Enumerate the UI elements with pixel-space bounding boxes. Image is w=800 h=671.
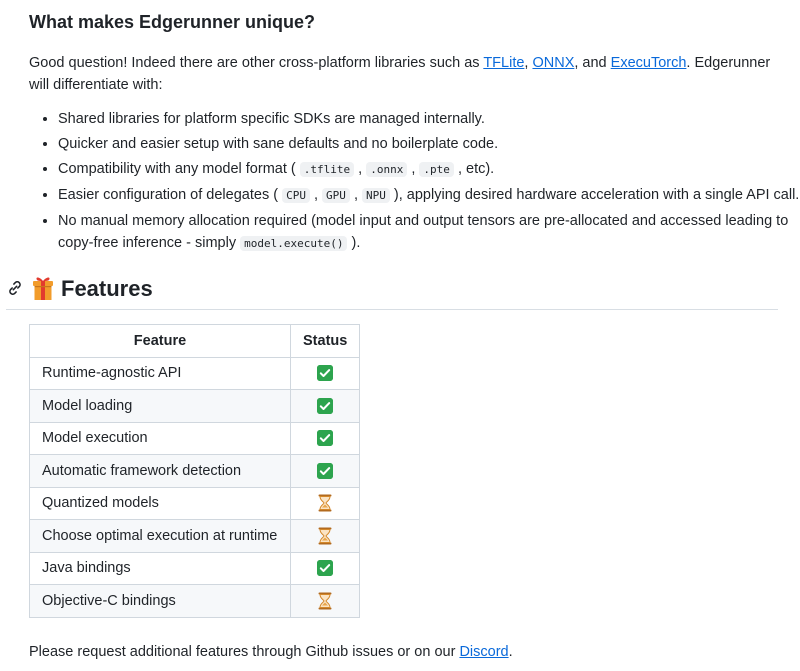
table-row: Objective-C bindings [29,584,361,618]
table-row: Model execution [29,421,361,455]
status-cell [289,551,361,585]
column-header-status: Status [289,324,361,358]
list-item: No manual memory allocation required (mo… [58,210,800,255]
list-item: Quicker and easier setup with sane defau… [58,133,800,155]
table-row: Quantized models [29,486,361,520]
feature-name-cell: Choose optimal execution at runtime [29,519,291,553]
table-header-row: Feature Status [29,324,361,358]
feature-name-cell: Objective-C bindings [29,584,291,618]
list-item-text: ). [347,235,361,251]
feature-name-cell: Automatic framework detection [29,454,291,488]
executorch-link[interactable]: ExecuTorch [611,55,687,71]
check-mark-icon [317,560,334,577]
inline-code: .onnx [366,162,408,177]
discord-link[interactable]: Discord [459,644,508,660]
footer-text: Please request additional features throu… [29,644,460,660]
list-item-text: , [407,161,420,177]
gift-icon [31,275,55,301]
status-cell [289,389,361,423]
list-item-text: , [354,161,367,177]
check-mark-icon [317,397,334,414]
list-item-text: , [349,187,363,203]
list-item: Easier configuration of delegates ( CPU … [58,184,800,207]
inline-code: .tflite [299,162,355,177]
tflite-link[interactable]: TFLite [483,55,524,71]
inline-code: GPU [322,188,350,203]
differentiators-list: Shared libraries for platform specific S… [29,108,800,258]
feature-name-cell: Java bindings [29,551,291,585]
status-cell [289,519,361,553]
features-table: Feature Status Runtime-agnostic API Model… [29,324,361,618]
column-header-feature: Feature [29,324,291,358]
section-heading: What makes Edgerunner unique? [29,12,316,32]
list-item-text: , etc). [453,161,495,177]
list-item-text: Compatibility with any model format ( [58,161,300,177]
feature-name-cell: Quantized models [29,486,291,520]
status-cell [289,584,361,618]
table-row: Automatic framework detection [29,454,361,488]
onnx-link[interactable]: ONNX [532,55,574,71]
features-title: Features [61,276,153,301]
check-mark-icon [317,430,334,447]
inline-code: NPU [362,188,390,203]
inline-code: model.execute() [240,236,348,251]
inline-code: .pte [419,162,454,177]
intro-paragraph: Good question! Indeed there are other cr… [29,52,794,96]
status-cell [289,356,361,390]
footer-text-end: . [508,644,513,660]
table-row: Java bindings [29,551,361,585]
hourglass-icon [317,494,333,512]
list-item-text: Easier configuration of delegates ( [58,187,283,203]
table-row: Runtime-agnostic API [29,356,361,390]
feature-name-cell: Runtime-agnostic API [29,356,291,390]
hourglass-icon [317,527,333,545]
footer-paragraph: Please request additional features throu… [29,641,513,663]
table-row: Model loading [29,389,361,423]
table-row: Choose optimal execution at runtime [29,519,361,553]
list-item-text: , [309,187,323,203]
link-icon[interactable] [6,279,24,297]
status-cell [289,454,361,488]
status-cell [289,486,361,520]
list-item: Compatibility with any model format ( .t… [58,158,800,181]
feature-name-cell: Model execution [29,421,291,455]
status-cell [289,421,361,455]
check-mark-icon [317,462,334,479]
feature-name-cell: Model loading [29,389,291,423]
readme-section: What makes Edgerunner unique? Good quest… [0,0,800,671]
intro-text: Good question! Indeed there are other cr… [29,55,484,71]
intro-separator: , and [574,55,611,71]
list-item-text: ), applying desired hardware acceleratio… [389,187,800,203]
list-item: Shared libraries for platform specific S… [58,108,800,130]
list-item-text: No manual memory allocation required (mo… [58,213,789,251]
inline-code: CPU [282,188,310,203]
hourglass-icon [317,592,333,610]
check-mark-icon [317,365,334,382]
features-header: Features [6,275,778,310]
